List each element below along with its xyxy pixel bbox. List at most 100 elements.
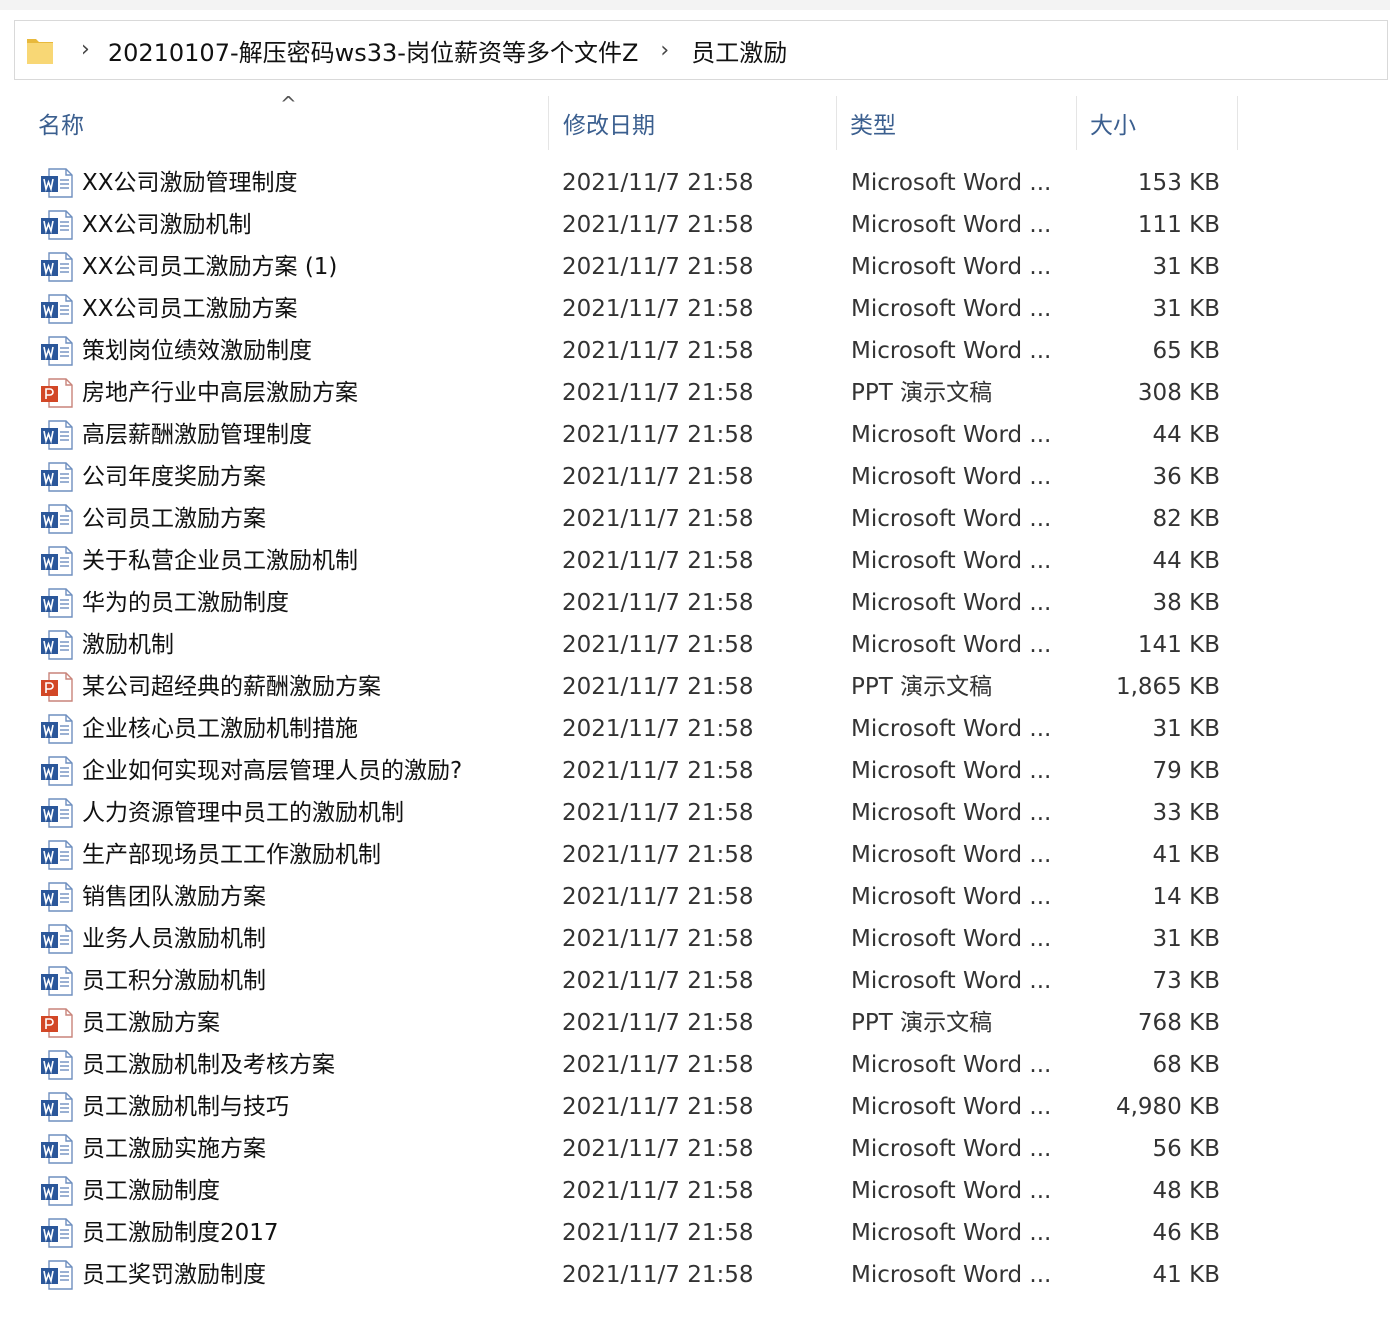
word-file-icon xyxy=(40,1176,74,1206)
file-name: 员工激励制度 xyxy=(82,1178,220,1204)
file-row[interactable]: 企业如何实现对高层管理人员的激励? 2021/11/7 21:58 Microsof… xyxy=(0,750,1240,792)
file-size: 41 KB xyxy=(1152,1262,1220,1288)
file-row[interactable]: 销售团队激励方案 2021/11/7 21:58 Microsoft Word ..… xyxy=(0,876,1240,918)
column-header-row: 名称 修改日期 类型 大小 xyxy=(0,96,1240,150)
file-modified-date: 2021/11/7 21:58 xyxy=(562,968,754,994)
file-row[interactable]: 员工激励制度2017 2021/11/7 21:58 Microsoft Word … xyxy=(0,1212,1240,1254)
file-row[interactable]: 员工积分激励机制 2021/11/7 21:58 Microsoft Word ..… xyxy=(0,960,1240,1002)
file-type: Microsoft Word ... xyxy=(851,464,1052,490)
word-file-icon xyxy=(40,966,74,996)
file-size: 36 KB xyxy=(1152,464,1220,490)
file-size: 31 KB xyxy=(1152,296,1220,322)
column-header-name[interactable]: 名称 xyxy=(38,96,548,150)
file-name: 员工激励机制与技巧 xyxy=(82,1094,289,1120)
file-type: Microsoft Word ... xyxy=(851,590,1052,616)
word-file-icon xyxy=(40,924,74,954)
file-size: 33 KB xyxy=(1152,800,1220,826)
file-type: Microsoft Word ... xyxy=(851,716,1052,742)
breadcrumb-segment-parent[interactable]: 20210107-解压密码ws33-岗位薪资等多个文件Z xyxy=(108,33,639,68)
word-file-icon xyxy=(40,1134,74,1164)
file-modified-date: 2021/11/7 21:58 xyxy=(562,422,754,448)
file-row[interactable]: 公司员工激励方案 2021/11/7 21:58 Microsoft Word ..… xyxy=(0,498,1240,540)
file-row[interactable]: 关于私营企业员工激励机制 2021/11/7 21:58 Microsoft Wor… xyxy=(0,540,1240,582)
word-file-icon xyxy=(40,252,74,282)
breadcrumb-separator-icon[interactable]: › xyxy=(81,39,90,61)
word-file-icon xyxy=(40,588,74,618)
file-name: 激励机制 xyxy=(82,632,174,658)
file-type: Microsoft Word ... xyxy=(851,296,1052,322)
file-modified-date: 2021/11/7 21:58 xyxy=(562,590,754,616)
file-size: 14 KB xyxy=(1152,884,1220,910)
file-modified-date: 2021/11/7 21:58 xyxy=(562,1010,754,1036)
file-row[interactable]: 激励机制 2021/11/7 21:58 Microsoft Word ... 141… xyxy=(0,624,1240,666)
file-row[interactable]: 房地产行业中高层激励方案 2021/11/7 21:58 PPT 演示文稿 308 K… xyxy=(0,372,1240,414)
file-row[interactable]: 公司年度奖励方案 2021/11/7 21:58 Microsoft Word ..… xyxy=(0,456,1240,498)
file-row[interactable]: XX公司员工激励方案 (1) 2021/11/7 21:58 Microsoft W… xyxy=(0,246,1240,288)
file-modified-date: 2021/11/7 21:58 xyxy=(562,1094,754,1120)
file-row[interactable]: 员工激励方案 2021/11/7 21:58 PPT 演示文稿 768 KB xyxy=(0,1002,1240,1044)
powerpoint-file-icon xyxy=(40,672,74,702)
file-modified-date: 2021/11/7 21:58 xyxy=(562,1136,754,1162)
file-modified-date: 2021/11/7 21:58 xyxy=(562,1262,754,1288)
file-size: 44 KB xyxy=(1152,548,1220,574)
file-modified-date: 2021/11/7 21:58 xyxy=(562,1178,754,1204)
file-modified-date: 2021/11/7 21:58 xyxy=(562,254,754,280)
address-bar[interactable]: › 20210107-解压密码ws33-岗位薪资等多个文件Z › 员工激励 xyxy=(14,20,1388,80)
file-modified-date: 2021/11/7 21:58 xyxy=(562,758,754,784)
file-modified-date: 2021/11/7 21:58 xyxy=(562,548,754,574)
file-row[interactable]: 企业核心员工激励机制措施 2021/11/7 21:58 Microsoft Wor… xyxy=(0,708,1240,750)
file-row[interactable]: 员工激励机制及考核方案 2021/11/7 21:58 Microsoft Word… xyxy=(0,1044,1240,1086)
word-file-icon xyxy=(40,546,74,576)
file-row[interactable]: 员工奖罚激励制度 2021/11/7 21:58 Microsoft Word ..… xyxy=(0,1254,1240,1296)
word-file-icon xyxy=(40,882,74,912)
word-file-icon xyxy=(40,1092,74,1122)
word-file-icon xyxy=(40,1260,74,1290)
file-modified-date: 2021/11/7 21:58 xyxy=(562,338,754,364)
breadcrumb-segment-current[interactable]: 员工激励 xyxy=(691,33,787,68)
file-size: 79 KB xyxy=(1152,758,1220,784)
column-header-type[interactable]: 类型 xyxy=(836,96,1076,150)
file-modified-date: 2021/11/7 21:58 xyxy=(562,842,754,868)
file-row[interactable]: 业务人员激励机制 2021/11/7 21:58 Microsoft Word ..… xyxy=(0,918,1240,960)
file-type: PPT 演示文稿 xyxy=(851,1010,993,1036)
file-modified-date: 2021/11/7 21:58 xyxy=(562,800,754,826)
file-type: Microsoft Word ... xyxy=(851,926,1052,952)
file-modified-date: 2021/11/7 21:58 xyxy=(562,464,754,490)
file-name: 关于私营企业员工激励机制 xyxy=(82,548,358,574)
file-name: 业务人员激励机制 xyxy=(82,926,266,952)
file-type: Microsoft Word ... xyxy=(851,1178,1052,1204)
file-row[interactable]: 员工激励实施方案 2021/11/7 21:58 Microsoft Word ..… xyxy=(0,1128,1240,1170)
file-type: Microsoft Word ... xyxy=(851,422,1052,448)
file-row[interactable]: 员工激励制度 2021/11/7 21:58 Microsoft Word ... 4… xyxy=(0,1170,1240,1212)
file-row[interactable]: 某公司超经典的薪酬激励方案 2021/11/7 21:58 PPT 演示文稿 1,86… xyxy=(0,666,1240,708)
file-type: Microsoft Word ... xyxy=(851,170,1052,196)
breadcrumb-separator-icon[interactable]: › xyxy=(660,38,669,63)
word-file-icon xyxy=(40,798,74,828)
file-row[interactable]: 华为的员工激励制度 2021/11/7 21:58 Microsoft Word .… xyxy=(0,582,1240,624)
file-name: 生产部现场员工工作激励机制 xyxy=(82,842,381,868)
column-header-date[interactable]: 修改日期 xyxy=(548,96,836,150)
file-name: 销售团队激励方案 xyxy=(82,884,266,910)
file-size: 41 KB xyxy=(1152,842,1220,868)
file-row[interactable]: XX公司员工激励方案 2021/11/7 21:58 Microsoft Word … xyxy=(0,288,1240,330)
file-type: Microsoft Word ... xyxy=(851,338,1052,364)
file-row[interactable]: XX公司激励管理制度 2021/11/7 21:58 Microsoft Word … xyxy=(0,162,1240,204)
file-name: 高层薪酬激励管理制度 xyxy=(82,422,312,448)
word-file-icon xyxy=(40,840,74,870)
word-file-icon xyxy=(40,210,74,240)
file-row[interactable]: XX公司激励机制 2021/11/7 21:58 Microsoft Word ..… xyxy=(0,204,1240,246)
file-row[interactable]: 生产部现场员工工作激励机制 2021/11/7 21:58 Microsoft Wo… xyxy=(0,834,1240,876)
file-name: 员工激励机制及考核方案 xyxy=(82,1052,335,1078)
file-row[interactable]: 人力资源管理中员工的激励机制 2021/11/7 21:58 Microsoft W… xyxy=(0,792,1240,834)
file-size: 44 KB xyxy=(1152,422,1220,448)
file-row[interactable]: 策划岗位绩效激励制度 2021/11/7 21:58 Microsoft Word … xyxy=(0,330,1240,372)
powerpoint-file-icon xyxy=(40,1008,74,1038)
file-type: Microsoft Word ... xyxy=(851,884,1052,910)
file-modified-date: 2021/11/7 21:58 xyxy=(562,926,754,952)
file-modified-date: 2021/11/7 21:58 xyxy=(562,632,754,658)
file-type: PPT 演示文稿 xyxy=(851,674,993,700)
column-header-size[interactable]: 大小 xyxy=(1076,96,1238,150)
file-row[interactable]: 高层薪酬激励管理制度 2021/11/7 21:58 Microsoft Word … xyxy=(0,414,1240,456)
word-file-icon xyxy=(40,336,74,366)
file-row[interactable]: 员工激励机制与技巧 2021/11/7 21:58 Microsoft Word .… xyxy=(0,1086,1240,1128)
